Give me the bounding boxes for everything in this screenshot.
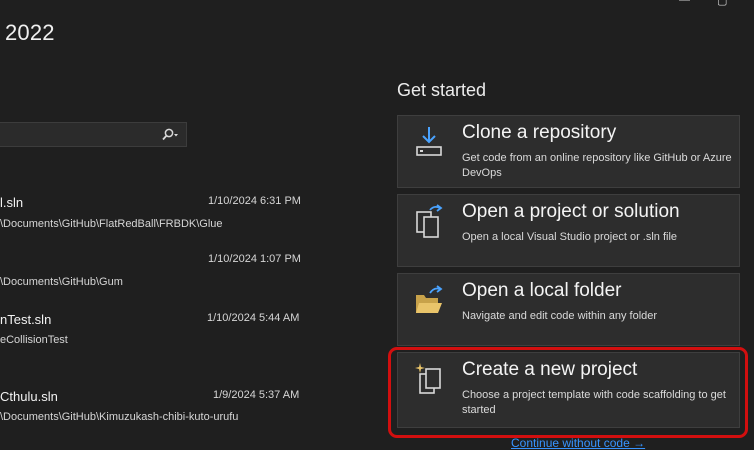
- highlight-outline: [388, 347, 748, 438]
- recent-item-date: 1/10/2024 5:44 AM: [207, 312, 300, 324]
- recent-item-name: nTest.sln: [0, 312, 52, 327]
- card-title: Open a project or solution: [462, 201, 680, 222]
- recent-item-4[interactable]: Cthulu.sln \Documents\GitHub\Kimuzukash-…: [0, 387, 310, 432]
- minimize-button[interactable]: —: [679, 0, 690, 6]
- open-project-button[interactable]: Open a project or solution Open a local …: [397, 194, 740, 267]
- recent-item-date: 1/10/2024 1:07 PM: [208, 253, 301, 265]
- recent-item-name: Cthulu.sln: [0, 389, 58, 404]
- maximize-button[interactable]: ▢: [717, 0, 727, 7]
- search-icon[interactable]: [160, 127, 180, 143]
- recent-item-path: \Documents\GitHub\Kimuzukash-chibi-kuto-…: [0, 411, 239, 423]
- card-title: Clone a repository: [462, 122, 617, 143]
- continue-without-code-link[interactable]: Continue without code →: [511, 436, 645, 450]
- card-description: Navigate and edit code within any folder: [462, 310, 658, 322]
- recent-item-path: eCollisionTest: [0, 334, 68, 346]
- recent-item-1[interactable]: l.sln \Documents\GitHub\FlatRedBall\FRBD…: [0, 193, 310, 238]
- recent-item-name: l.sln: [0, 195, 24, 210]
- recent-search-input[interactable]: [0, 122, 187, 147]
- recent-item-3[interactable]: nTest.sln eCollisionTest 1/10/2024 5:44 …: [0, 310, 310, 355]
- open-folder-icon: [416, 285, 443, 313]
- card-title: Open a local folder: [462, 280, 622, 301]
- card-description: Get code from an online repository like …: [462, 152, 732, 179]
- recent-item-date: 1/10/2024 6:31 PM: [208, 195, 301, 207]
- clone-repository-icon: [416, 127, 442, 156]
- card-description: Open a local Visual Studio project or .s…: [462, 231, 678, 243]
- recent-item-path: \Documents\GitHub\Gum: [0, 276, 123, 288]
- open-project-icon: [416, 204, 443, 238]
- recent-item-2[interactable]: \Documents\GitHub\Gum 1/10/2024 1:07 PM: [0, 251, 310, 296]
- get-started-heading: Get started: [397, 80, 487, 100]
- recent-item-date: 1/9/2024 5:37 AM: [213, 389, 300, 401]
- open-folder-button[interactable]: Open a local folder Navigate and edit co…: [397, 273, 740, 346]
- clone-repository-button[interactable]: Clone a repository Get code from an onli…: [397, 115, 740, 188]
- recent-item-path: \Documents\GitHub\FlatRedBall\FRBDK\Glue: [0, 218, 223, 230]
- window-title: 2022: [5, 20, 55, 45]
